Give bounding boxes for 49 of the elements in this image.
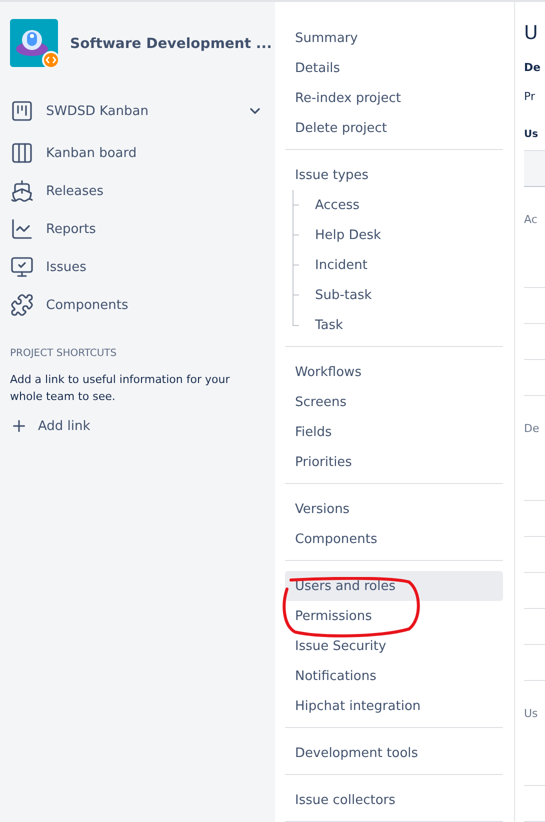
nav-item[interactable]: Screens [285,387,503,417]
section-label: Us [524,128,540,140]
monitor-check-icon [10,255,34,279]
nav-subitem[interactable]: Incident [311,250,368,280]
nav-item[interactable]: Delete project [285,113,503,143]
shortcuts-description: Add a link to useful information for your whole team to see. [10,372,231,405]
sidebar-item[interactable]: Kanban board [46,146,137,160]
nav-item[interactable]: Fields [285,417,503,447]
table-header [524,150,545,187]
board-stack-icon [10,99,34,123]
nav-item[interactable]: Summary [285,23,503,53]
sidebar-item[interactable]: Issues [46,260,86,274]
ship-icon [10,179,34,203]
field-label: Pr [524,90,536,103]
nav-subitem[interactable]: Sub-task [311,280,372,310]
sidebar-item[interactable]: Reports [46,222,96,236]
nav-item[interactable]: Hipchat integration [285,691,503,721]
puzzle-icon [10,293,34,317]
page-title: U [524,22,539,46]
plus-icon [10,417,28,435]
nav-subitem[interactable]: Help Desk [311,220,382,250]
section-label: De [524,422,540,435]
board-icon [10,141,34,165]
nav-item[interactable]: Issue collectors [285,785,503,815]
nav-item[interactable]: Issue types [285,160,503,190]
nav-item[interactable]: Notifications [285,661,503,691]
nav-item[interactable]: Details [285,53,503,83]
nav-subitem[interactable]: Task [311,310,344,340]
nav-item[interactable]: Priorities [285,447,503,477]
project-title: Software Development ... [70,36,272,52]
nav-item[interactable]: Re-index project [285,83,503,113]
project-avatar-icon [10,19,60,69]
nav-subitem[interactable]: Access [311,190,360,220]
section-label: Us [524,707,539,720]
nav-item[interactable]: Issue Security [285,631,503,661]
board-switcher[interactable]: SWDSD Kanban [10,96,275,126]
nav-item[interactable]: Permissions [285,601,503,631]
section-heading: PROJECT SHORTCUTS [10,348,118,359]
nav-item[interactable]: Users and roles [285,571,503,601]
section-label: Ac [524,213,538,226]
sidebar-item[interactable]: Components [46,298,128,312]
nav-item[interactable]: Workflows [285,357,503,387]
nav-item[interactable]: Components [285,524,503,554]
field-label: De [524,60,542,74]
nav-item[interactable]: Development tools [285,738,503,768]
sidebar-item[interactable]: Releases [46,184,104,198]
nav-item[interactable]: Versions [285,494,503,524]
chart-icon [10,217,34,241]
add-link[interactable]: Add link [38,418,90,434]
